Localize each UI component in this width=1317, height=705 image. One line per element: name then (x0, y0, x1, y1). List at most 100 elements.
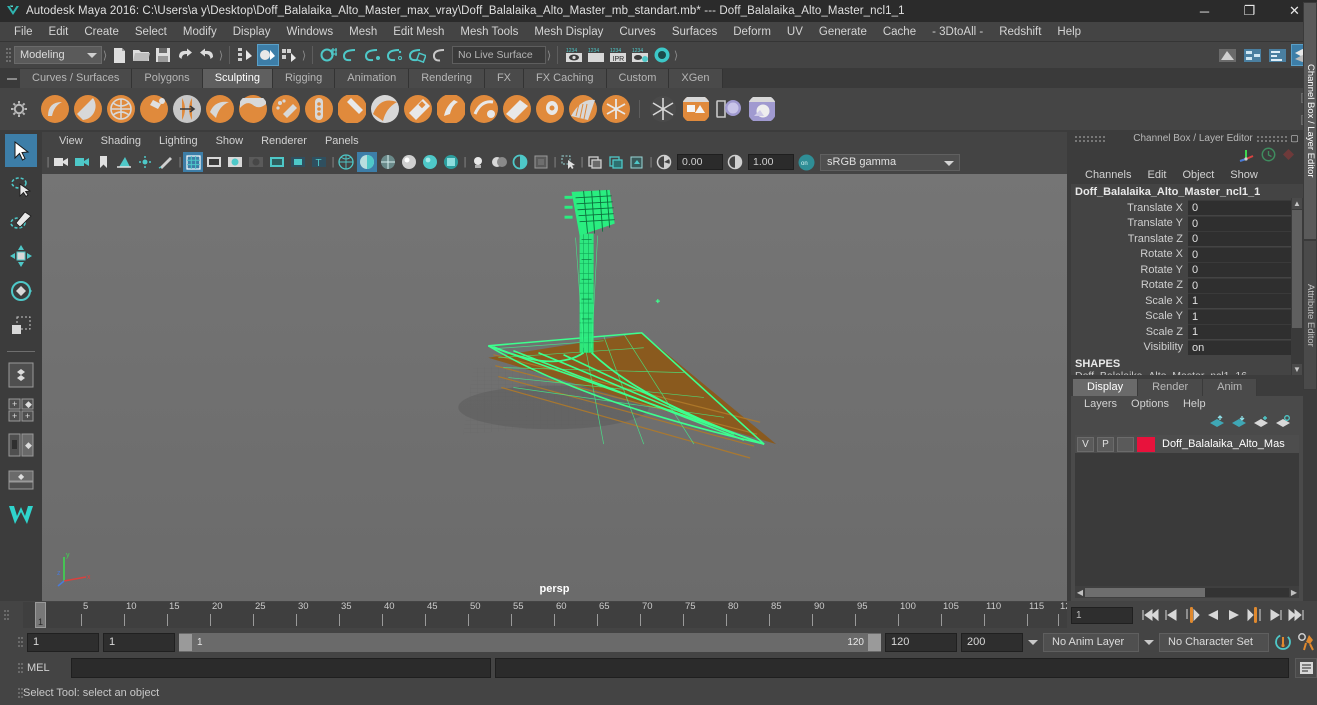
lasso-tool-button[interactable] (5, 169, 37, 202)
attribute-value[interactable]: 0 (1188, 200, 1303, 216)
freeze-all-icon[interactable] (601, 94, 631, 124)
layer-list-horizontal-scrollbar[interactable]: ◀ ▶ (1075, 586, 1299, 598)
layer-display-type-toggle[interactable] (1117, 436, 1134, 452)
xray-joints-icon[interactable] (606, 152, 626, 172)
shelf-tab-curves-surfaces[interactable]: Curves / Surfaces (20, 69, 133, 88)
isolate-select-icon[interactable] (558, 152, 578, 172)
range-slider-grip[interactable] (14, 633, 23, 651)
motion-blur-icon[interactable] (531, 152, 551, 172)
tab-display-layers[interactable]: Display (1073, 379, 1139, 396)
snap-to-curve-icon[interactable] (340, 44, 362, 66)
tab-render-layers[interactable]: Render (1138, 379, 1204, 396)
shadows-icon[interactable] (489, 152, 509, 172)
channelbox-menu-channels[interactable]: Channels (1077, 167, 1139, 184)
redo-icon[interactable] (196, 44, 218, 66)
use-all-lights-icon[interactable] (468, 152, 488, 172)
move-layer-up-icon[interactable] (1209, 415, 1225, 431)
menu-modify[interactable]: Modify (175, 22, 225, 42)
shelf-tab-xgen[interactable]: XGen (669, 69, 723, 88)
undo-icon[interactable] (174, 44, 196, 66)
attribute-value[interactable]: 0 (1188, 277, 1303, 293)
move-layer-down-icon[interactable] (1231, 415, 1247, 431)
character-set-dropdown-arrow-icon[interactable] (1143, 633, 1155, 652)
anim-layer-dropdown-arrow-icon[interactable] (1027, 633, 1039, 652)
snap-to-view-plane-icon[interactable] (406, 44, 428, 66)
create-layer-from-selected-icon[interactable] (1275, 415, 1291, 431)
command-line-grip[interactable] (14, 659, 23, 677)
time-slider[interactable]: 1 5 10 15 20 25 30 35 40 45 50 55 60 65 … (23, 602, 1067, 628)
paint-select-tool-button[interactable] (5, 204, 37, 237)
command-output-field[interactable] (495, 658, 1289, 678)
animation-start-time-field[interactable]: 1 (27, 632, 99, 652)
layer-playback-toggle[interactable]: P (1097, 436, 1114, 452)
resolution-gate-icon[interactable] (225, 152, 245, 172)
new-scene-icon[interactable] (108, 44, 130, 66)
layer-menu-options[interactable]: Options (1124, 396, 1176, 413)
viewport-menu-lighting[interactable]: Lighting (150, 132, 207, 150)
smooth-tool-icon[interactable] (73, 94, 103, 124)
character-set-select[interactable]: No Character Set (1159, 632, 1269, 652)
manipulator-axis-icon[interactable] (1238, 147, 1255, 165)
channelbox-menu-edit[interactable]: Edit (1139, 167, 1174, 184)
step-back-frame-button[interactable] (1182, 605, 1202, 625)
wireframe-shading-icon[interactable] (336, 152, 356, 172)
menu-mesh-display[interactable]: Mesh Display (526, 22, 611, 42)
snap-to-grid-icon[interactable] (318, 44, 340, 66)
viewport-menu-panels[interactable]: Panels (316, 132, 368, 150)
outliner-persp-layout-button[interactable]: ◆ (5, 428, 37, 461)
image-plane-icon[interactable] (114, 152, 134, 172)
xray-active-components-icon[interactable] (627, 152, 647, 172)
single-perspective-layout-button[interactable] (5, 358, 37, 391)
menu-deform[interactable]: Deform (725, 22, 779, 42)
viewport-menu-show[interactable]: Show (207, 132, 253, 150)
attribute-row[interactable]: Translate X 0 (1071, 200, 1303, 216)
current-frame-field[interactable]: 1 (1071, 606, 1133, 624)
two-d-pan-zoom-icon[interactable] (135, 152, 155, 172)
move-tool-button[interactable] (5, 239, 37, 272)
channelbox-scrollbar[interactable]: ▲ ▼ (1291, 198, 1303, 375)
viewport-menu-renderer[interactable]: Renderer (252, 132, 316, 150)
bulge-tool-icon[interactable] (403, 94, 433, 124)
sidetab-channel-box-layer-editor[interactable]: Channel Box / Layer Editor (1303, 2, 1317, 240)
menu-help[interactable]: Help (1049, 22, 1089, 42)
menu-file[interactable]: File (6, 22, 41, 42)
menu-mesh[interactable]: Mesh (341, 22, 385, 42)
xray-icon[interactable] (585, 152, 605, 172)
attribute-row[interactable]: Translate Y 0 (1071, 215, 1303, 232)
ambient-occlusion-icon[interactable] (510, 152, 530, 172)
attribute-value[interactable]: 0 (1188, 215, 1303, 231)
spray-tool-icon[interactable] (304, 94, 334, 124)
ipr-render-icon[interactable]: 1234 IPR (607, 44, 629, 66)
smooth-shade-all-icon[interactable] (357, 152, 377, 172)
camera-attributes-icon[interactable] (72, 152, 92, 172)
unfreeze-all-icon[interactable] (648, 94, 678, 124)
playback-start-time-field[interactable]: 1 (103, 632, 175, 652)
time-slider-grip[interactable] (0, 606, 9, 624)
menuset-selector[interactable]: Modeling (14, 46, 102, 64)
freeze-tool-icon[interactable] (469, 94, 499, 124)
convert-tool-icon[interactable] (535, 94, 565, 124)
channelbox-menu-object[interactable]: Object (1174, 167, 1222, 184)
menu-curves[interactable]: Curves (611, 22, 663, 42)
bookmark-icon[interactable] (93, 152, 113, 172)
layer-menu-layers[interactable]: Layers (1077, 396, 1124, 413)
shelf-tab-animation[interactable]: Animation (335, 69, 410, 88)
relax-tool-icon[interactable] (106, 94, 136, 124)
live-surface-field[interactable]: No Live Surface (452, 46, 546, 64)
help-line-grip[interactable] (14, 684, 23, 702)
shelf-grip[interactable] (4, 70, 20, 88)
select-tool-button[interactable] (5, 134, 37, 167)
attribute-row[interactable]: Scale Z 1 (1071, 324, 1303, 340)
select-by-hierarchy-icon[interactable] (235, 44, 257, 66)
menu-display[interactable]: Display (225, 22, 279, 42)
grab-tool-icon[interactable] (172, 94, 202, 124)
scale-tool-button[interactable] (5, 309, 37, 342)
gate-mask-icon[interactable] (246, 152, 266, 172)
panel-grip-right[interactable] (1257, 136, 1287, 142)
animation-preferences-icon[interactable] (1297, 632, 1317, 652)
sculpt-tool-icon[interactable] (40, 94, 70, 124)
play-backwards-button[interactable] (1203, 605, 1223, 625)
menu-surfaces[interactable]: Surfaces (664, 22, 725, 42)
render-settings-icon[interactable]: 1234 (629, 44, 651, 66)
save-scene-icon[interactable] (152, 44, 174, 66)
